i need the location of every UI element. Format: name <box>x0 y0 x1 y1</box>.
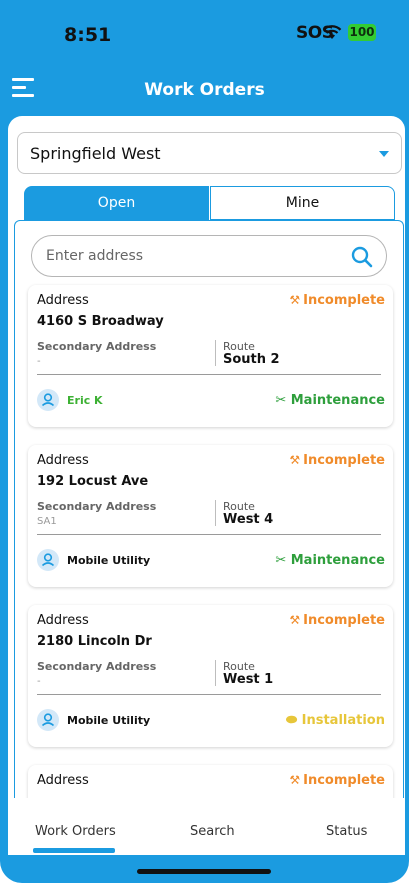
wrench-clock-icon: ⚒ <box>289 613 301 627</box>
address-label: Address <box>37 453 89 468</box>
status-badge: ⚒ Incomplete <box>289 453 385 468</box>
search-placeholder: Enter address <box>46 248 144 264</box>
pipe-icon: ⬬ <box>286 713 302 728</box>
status-badge: ⚒ Incomplete <box>289 293 385 308</box>
wrench-clock-icon: ⚒ <box>289 453 301 467</box>
secondary-address-label: Secondary Address <box>37 660 157 673</box>
status-badge: ⚒ Incomplete <box>289 613 385 628</box>
nav-status[interactable]: Status <box>326 824 367 839</box>
assignee-name: Mobile Utility <box>67 554 151 567</box>
location-select[interactable]: Springfield West <box>17 132 402 174</box>
search-input[interactable]: Enter address <box>31 235 387 277</box>
nav-search[interactable]: Search <box>190 824 235 839</box>
status-text: Incomplete <box>303 613 385 628</box>
divider <box>215 340 216 366</box>
status-text: Incomplete <box>303 453 385 468</box>
phone-screen: 8:51 SOS 100 Work Orders Springfield Wes… <box>0 0 409 883</box>
status-bar: 8:51 SOS 100 <box>0 0 409 68</box>
work-order-card[interactable]: Address ⚒ Incomplete 2180 Lincoln Dr Seco… <box>28 605 393 747</box>
work-order-list[interactable]: Enter address Address ⚒ Incomplete 4160 S… <box>14 220 404 798</box>
user-icon <box>37 709 59 731</box>
battery-indicator: 100 <box>348 24 376 41</box>
assignee-name: Eric K <box>67 394 103 407</box>
wrench-clock-icon: ⚒ <box>289 773 301 787</box>
tools-icon: ✂ <box>275 553 291 568</box>
divider <box>37 534 381 535</box>
wrench-clock-icon: ⚒ <box>289 293 301 307</box>
active-tab-indicator <box>33 848 115 853</box>
address-label: Address <box>37 773 89 788</box>
secondary-address-value: SA1 <box>37 516 57 527</box>
divider <box>37 374 381 375</box>
divider <box>215 660 216 686</box>
secondary-address-label: Secondary Address <box>37 500 157 513</box>
status-text: Incomplete <box>303 773 385 788</box>
street-address: 2180 Lincoln Dr <box>37 634 152 649</box>
tab-open[interactable]: Open <box>24 186 209 220</box>
tab-bar: Open Mine <box>24 186 395 220</box>
app-header: Work Orders <box>0 70 409 116</box>
search-icon[interactable] <box>350 245 374 269</box>
route-value: West 1 <box>223 672 274 687</box>
work-type: ✂ Maintenance <box>275 393 385 408</box>
street-address: 192 Locust Ave <box>37 474 149 489</box>
address-label: Address <box>37 293 89 308</box>
work-type-text: Maintenance <box>290 393 385 408</box>
work-type-text: Maintenance <box>290 553 385 568</box>
route-value: West 4 <box>223 512 274 527</box>
status-badge: ⚒ Incomplete <box>289 773 385 788</box>
secondary-address-value: - <box>37 676 41 687</box>
bottom-nav: Work Orders Search Status <box>8 798 405 855</box>
work-type: ✂ Maintenance <box>275 553 385 568</box>
work-order-card[interactable]: Address ⚒ Incomplete 4160 S Broadway Seco… <box>28 285 393 427</box>
home-indicator <box>137 869 271 874</box>
assignee-name: Mobile Utility <box>67 714 151 727</box>
page-title: Work Orders <box>144 80 265 100</box>
divider <box>37 694 381 695</box>
user-icon <box>37 389 59 411</box>
secondary-address-value: - <box>37 356 41 367</box>
main-content: Springfield West Open Mine Enter address… <box>8 116 405 798</box>
wifi-icon <box>322 25 342 39</box>
street-address: 4160 S Broadway <box>37 314 164 329</box>
work-type-text: Installation <box>301 713 385 728</box>
secondary-address-label: Secondary Address <box>37 340 157 353</box>
address-label: Address <box>37 613 89 628</box>
location-select-value: Springfield West <box>30 144 161 163</box>
status-text: Incomplete <box>303 293 385 308</box>
status-time: 8:51 <box>64 24 112 46</box>
work-order-card[interactable]: Address ⚒ Incomplete <box>28 765 393 798</box>
work-type: ⬬ Installation <box>286 713 385 728</box>
user-icon <box>37 549 59 571</box>
chevron-down-icon <box>379 151 389 157</box>
tab-mine[interactable]: Mine <box>210 186 395 220</box>
work-order-card[interactable]: Address ⚒ Incomplete 192 Locust Ave Secon… <box>28 445 393 587</box>
nav-work-orders[interactable]: Work Orders <box>35 824 116 839</box>
route-value: South 2 <box>223 352 280 367</box>
divider <box>215 500 216 526</box>
tools-icon: ✂ <box>275 393 291 408</box>
